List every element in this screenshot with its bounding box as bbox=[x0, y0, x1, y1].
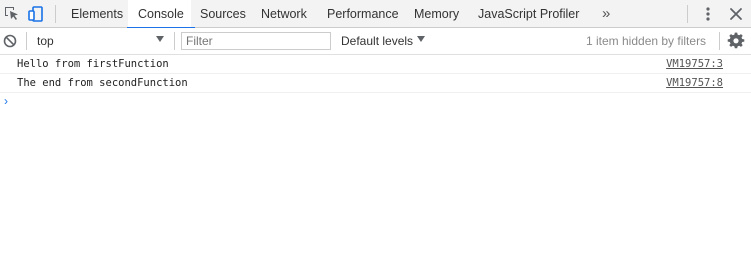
console-prompt[interactable]: › bbox=[0, 93, 751, 113]
customize-menu-icon[interactable] bbox=[699, 5, 717, 23]
prompt-chevron-icon: › bbox=[4, 94, 8, 108]
console-message: The end from secondFunction VM19757:8 bbox=[0, 74, 751, 93]
tab-performance[interactable]: Performance bbox=[327, 0, 399, 28]
tab-elements[interactable]: Elements bbox=[71, 0, 123, 28]
console-toolbar: top Default levels 1 item hidden by filt… bbox=[0, 28, 751, 55]
console-output: Hello from firstFunction VM19757:3 The e… bbox=[0, 55, 751, 113]
tab-javascript-profiler[interactable]: JavaScript Profiler bbox=[478, 0, 579, 28]
console-message: Hello from firstFunction VM19757:3 bbox=[0, 55, 751, 74]
toolbar-divider bbox=[687, 5, 688, 23]
gear-icon[interactable] bbox=[727, 32, 745, 50]
console-message-source-link[interactable]: VM19757:8 bbox=[666, 74, 723, 93]
console-message-text: Hello from firstFunction bbox=[17, 58, 169, 70]
log-levels-dropdown[interactable]: Default levels bbox=[341, 34, 413, 48]
console-message-source-link[interactable]: VM19757:3 bbox=[666, 55, 723, 74]
chevron-down-icon[interactable] bbox=[417, 36, 425, 42]
chevron-down-icon[interactable] bbox=[156, 36, 164, 42]
toolbar-divider bbox=[55, 5, 56, 23]
context-selector[interactable]: top bbox=[37, 34, 54, 48]
tab-memory[interactable]: Memory bbox=[414, 0, 459, 28]
tab-sources[interactable]: Sources bbox=[200, 0, 246, 28]
device-toolbar-icon[interactable] bbox=[27, 5, 45, 23]
clear-console-icon[interactable] bbox=[1, 32, 19, 50]
inspect-element-icon[interactable] bbox=[3, 5, 21, 23]
devtools-tabbar: Elements Console Sources Network Perform… bbox=[0, 0, 751, 29]
console-message-text: The end from secondFunction bbox=[17, 77, 188, 89]
tab-network[interactable]: Network bbox=[261, 0, 307, 28]
toolbar-divider bbox=[174, 32, 175, 50]
tab-console[interactable]: Console bbox=[127, 0, 195, 29]
more-tabs-button[interactable]: » bbox=[602, 0, 610, 28]
close-icon[interactable] bbox=[727, 5, 745, 23]
toolbar-divider bbox=[26, 32, 27, 50]
toolbar-divider bbox=[719, 32, 720, 50]
hidden-items-status: 1 item hidden by filters bbox=[586, 34, 707, 48]
filter-input[interactable] bbox=[181, 32, 331, 50]
